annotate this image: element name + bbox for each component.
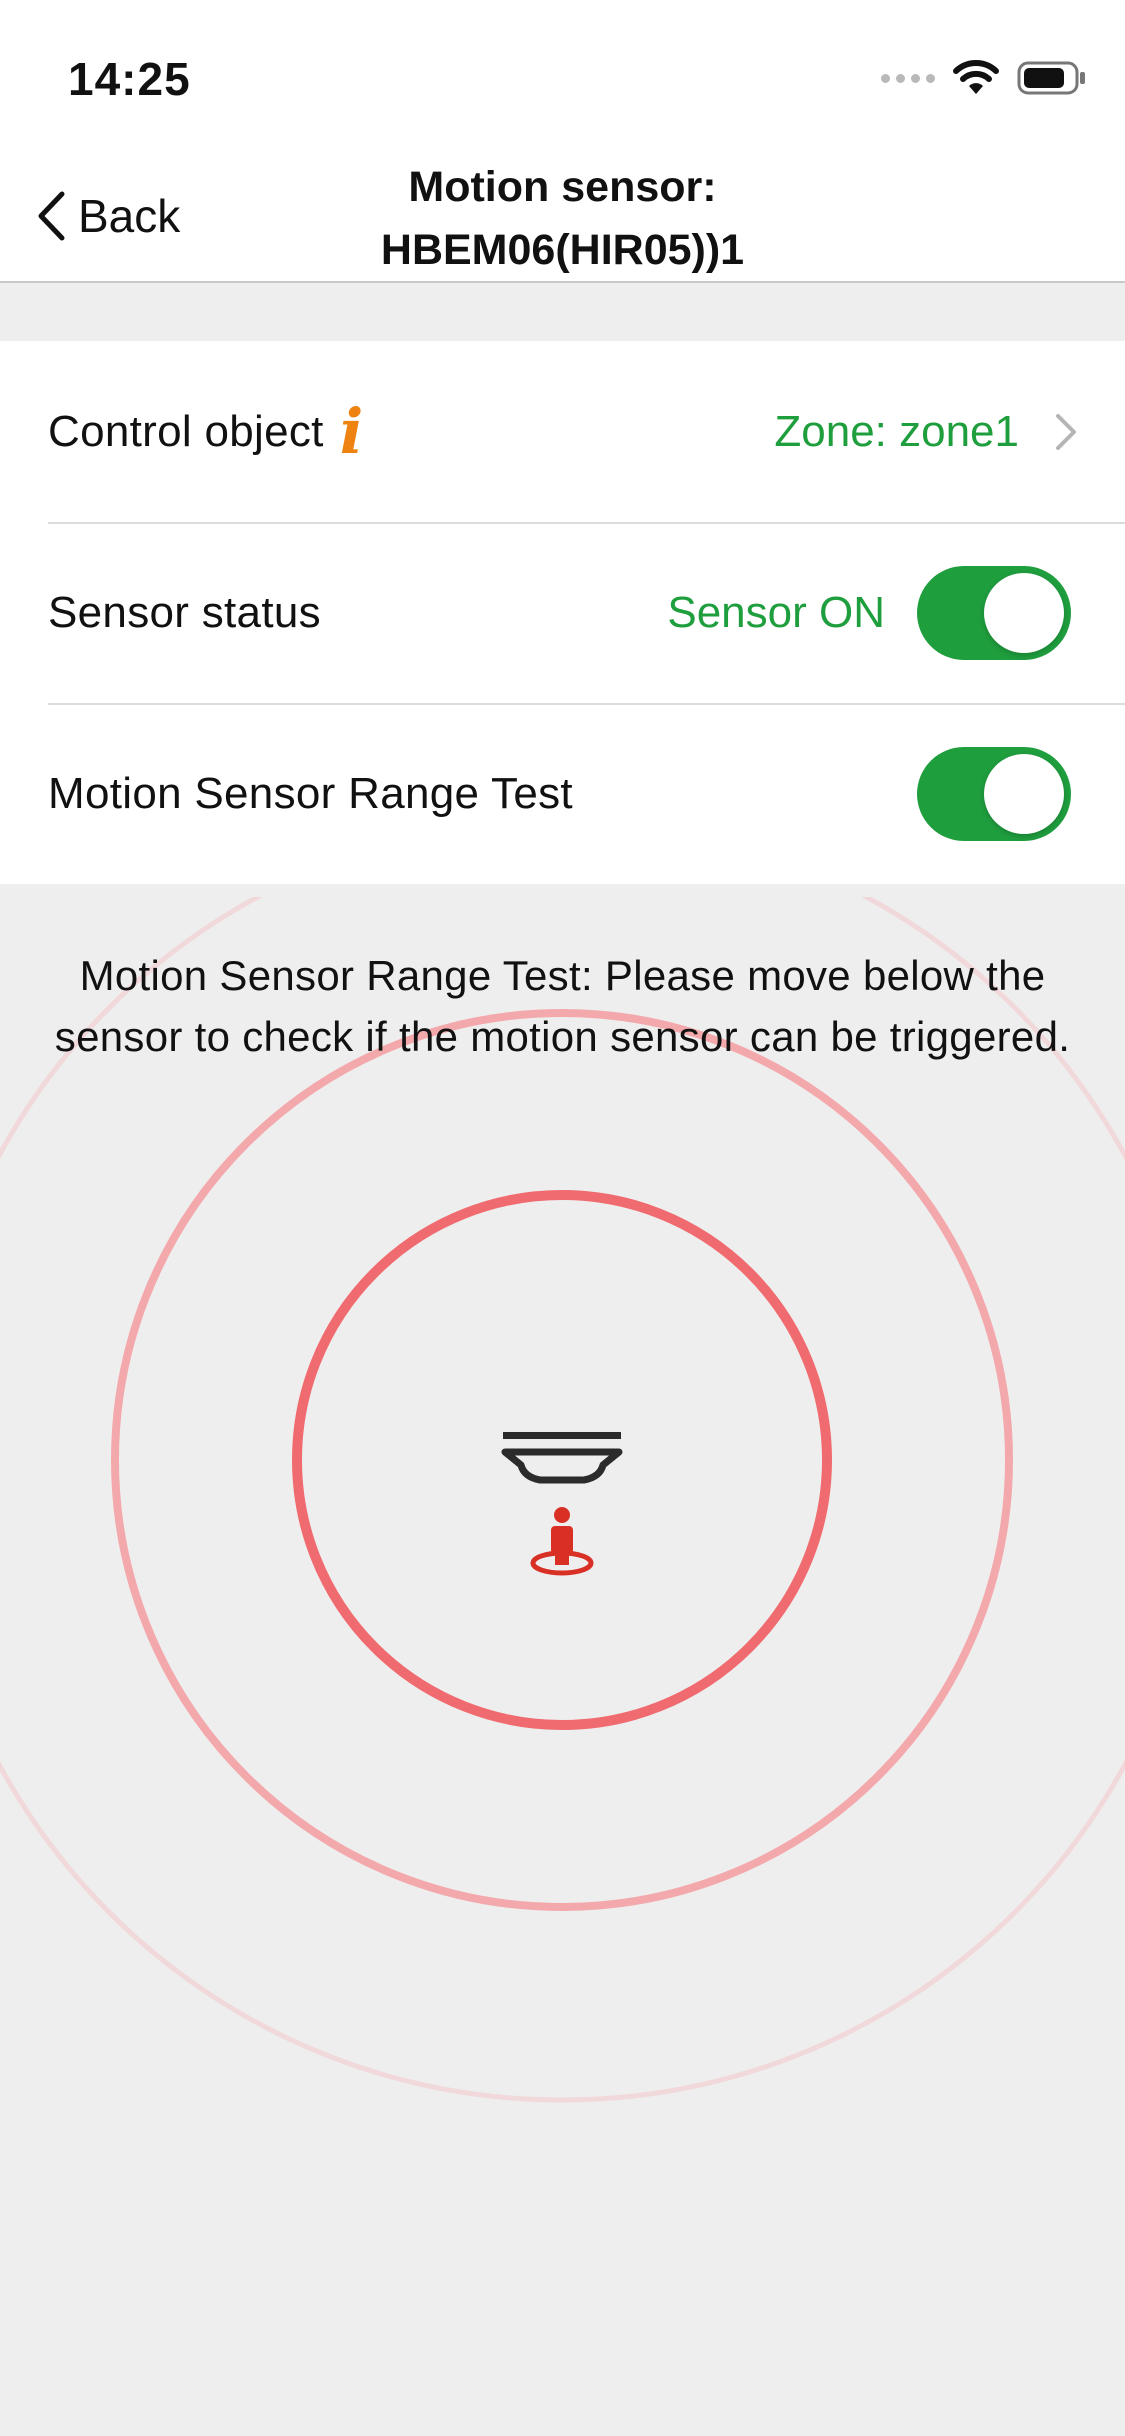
status-time: 14:25 bbox=[68, 53, 191, 105]
person-icon bbox=[530, 1507, 594, 1576]
status-bar: 14:25 bbox=[0, 0, 1125, 150]
range-test-row: Motion Sensor Range Test bbox=[0, 703, 1125, 884]
settings-list: Control object i Zone: zone1 Sensor stat… bbox=[0, 341, 1125, 884]
page-title: Motion sensor: HBEM06(HIR05))1 bbox=[260, 156, 865, 282]
toggle-knob bbox=[984, 753, 1064, 834]
toggle-knob bbox=[984, 572, 1064, 653]
control-object-value: Zone: zone1 bbox=[774, 406, 1019, 456]
back-label: Back bbox=[78, 190, 181, 242]
outer-ring bbox=[111, 1009, 1013, 1911]
control-object-row[interactable]: Control object i Zone: zone1 bbox=[0, 341, 1125, 522]
sensor-status-value: Sensor ON bbox=[667, 587, 885, 637]
range-test-message: Motion Sensor Range Test: Please move be… bbox=[54, 952, 1071, 1060]
page-title-line2: HBEM06(HIR05))1 bbox=[380, 226, 745, 274]
status-icons bbox=[881, 58, 1087, 98]
motion-sensor-icon bbox=[501, 1432, 623, 1484]
range-rings bbox=[0, 897, 1125, 2103]
nav-bar: Back Motion sensor: HBEM06(HIR05))1 bbox=[0, 150, 1125, 283]
inner-ring bbox=[292, 1190, 832, 1730]
sensor-status-row: Sensor status Sensor ON bbox=[0, 522, 1125, 703]
back-button[interactable]: Back bbox=[36, 186, 180, 246]
range-test-area: Motion Sensor Range Test: Please move be… bbox=[0, 897, 1125, 2436]
sensor-status-label: Sensor status bbox=[48, 587, 321, 637]
page-title-line1: Motion sensor: bbox=[408, 163, 717, 211]
cellular-signal-icon bbox=[881, 73, 935, 83]
range-test-label: Motion Sensor Range Test bbox=[48, 768, 573, 818]
outer-faint-ring bbox=[0, 897, 1125, 2103]
info-icon[interactable]: i bbox=[340, 400, 364, 463]
battery-icon bbox=[1017, 61, 1085, 95]
range-test-toggle[interactable] bbox=[917, 746, 1071, 841]
control-object-label: Control object bbox=[48, 406, 324, 456]
chevron-left-icon bbox=[38, 191, 65, 241]
chevron-right-icon bbox=[1056, 414, 1076, 450]
sensor-status-toggle[interactable] bbox=[917, 565, 1071, 660]
wifi-icon bbox=[953, 60, 999, 94]
